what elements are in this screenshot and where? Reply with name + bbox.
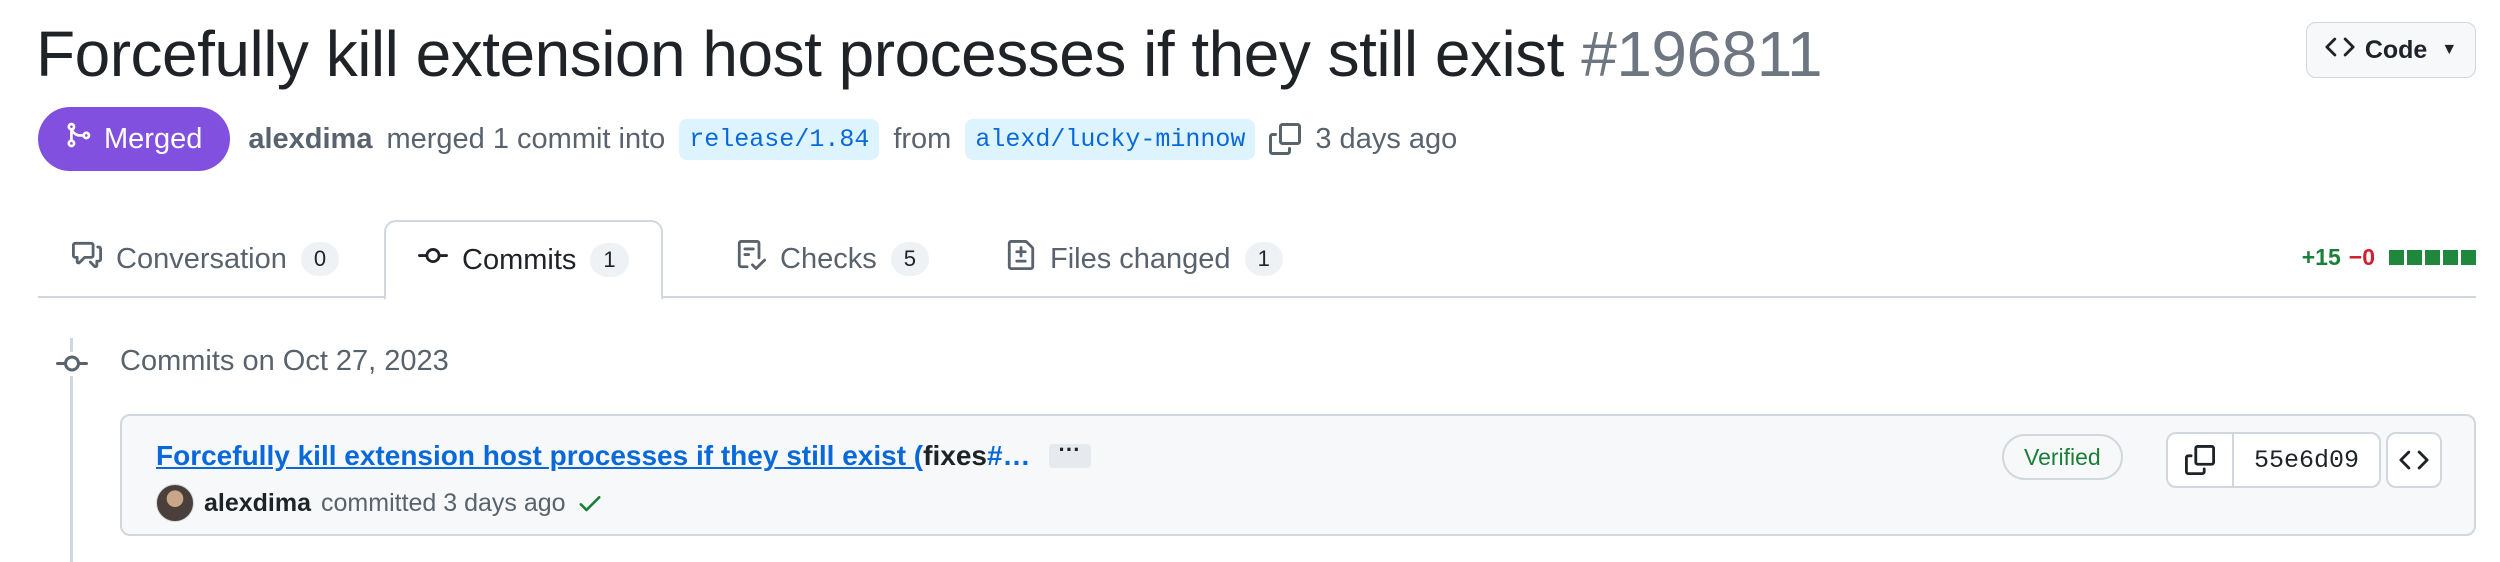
code-icon: [2399, 450, 2429, 470]
copy-icon[interactable]: [1269, 123, 1302, 155]
copy-sha-button[interactable]: [2168, 434, 2234, 486]
diffstat-additions: +15: [2301, 244, 2341, 270]
tab-counter: 1: [1244, 242, 1283, 276]
commit-row: Forcefully kill extension host processes…: [120, 414, 2476, 536]
git-commit-icon: [56, 352, 88, 376]
chevron-down-icon: ▼: [2441, 41, 2458, 58]
diffstat-block: [2425, 250, 2440, 265]
diffstat-block: [2461, 250, 2476, 265]
tab-label: Files changed: [1050, 242, 1231, 275]
commit-time: committed 3 days ago: [321, 488, 566, 517]
expand-message-button[interactable]: ···: [1048, 439, 1091, 468]
pr-author-link[interactable]: alexdima: [248, 123, 372, 156]
copy-icon: [2185, 445, 2215, 475]
tab-checks[interactable]: Checks 5: [704, 220, 961, 298]
commits-date-heading: Commits on Oct 27, 2023: [120, 345, 449, 377]
check-icon[interactable]: [576, 489, 604, 517]
diffstat: +15 −0: [2302, 244, 2476, 271]
diffstat-blocks: [2389, 250, 2476, 265]
verified-badge[interactable]: Verified: [2002, 434, 2123, 480]
base-branch-link[interactable]: release/1.84: [679, 118, 880, 160]
merge-time: 3 days ago: [1315, 122, 1458, 155]
merged-status-badge: Merged: [38, 107, 231, 171]
tab-label: Commits: [462, 243, 577, 276]
code-button[interactable]: Code ▼: [2306, 22, 2476, 78]
git-commit-icon: [418, 241, 448, 279]
commit-message: Forcefully kill extension host processes…: [156, 439, 1091, 472]
merge-text: merged 1 commit into: [386, 122, 666, 155]
git-merge-icon: [64, 121, 92, 157]
checklist-icon: [736, 240, 767, 278]
commit-sha-group: 55e6d09: [2166, 432, 2382, 488]
merged-status-label: Merged: [104, 122, 203, 155]
tab-commits[interactable]: Commits 1: [384, 220, 663, 300]
tab-label: Checks: [780, 242, 877, 275]
commit-meta: alexdima committed 3 days ago: [156, 484, 604, 522]
pr-title: Forcefully kill extension host processes…: [36, 14, 2476, 94]
tab-counter: 0: [300, 242, 340, 276]
commit-sha-link[interactable]: 55e6d09: [2234, 434, 2379, 486]
browse-repository-button[interactable]: [2386, 432, 2442, 488]
tab-counter: 1: [590, 243, 629, 277]
commit-issue-link[interactable]: #…: [987, 440, 1031, 472]
avatar[interactable]: [156, 484, 194, 522]
diffstat-block: [2443, 250, 2458, 265]
tab-files-changed[interactable]: Files changed 1: [974, 220, 1315, 298]
diffstat-block: [2407, 250, 2422, 265]
commit-message-plain: fixes: [923, 440, 987, 471]
pr-title-text: Forcefully kill extension host processes…: [36, 18, 1564, 90]
commit-message-link[interactable]: Forcefully kill extension host processes…: [156, 440, 923, 472]
pr-header: Forcefully kill extension host processes…: [36, 14, 2476, 94]
code-icon: [2325, 32, 2355, 69]
pr-tabs: Conversation 0 Commits 1 Checks 5 Files …: [38, 220, 2476, 300]
tab-conversation[interactable]: Conversation 0: [40, 220, 371, 298]
diffstat-block: [2389, 250, 2404, 265]
pr-meta: Merged alexdima merged 1 commit into rel…: [38, 107, 1457, 171]
head-branch-link[interactable]: alexd/lucky-minnow: [965, 118, 1256, 160]
code-button-label: Code: [2364, 35, 2428, 64]
tab-label: Conversation: [116, 242, 287, 275]
from-text: from: [893, 122, 952, 155]
commit-author-link[interactable]: alexdima: [204, 489, 311, 518]
tab-counter: 5: [890, 242, 929, 276]
file-diff-icon: [1006, 240, 1036, 278]
comment-discussion-icon: [72, 240, 102, 278]
diffstat-deletions: −0: [2348, 244, 2375, 270]
pr-number[interactable]: #196811: [1581, 18, 1822, 90]
